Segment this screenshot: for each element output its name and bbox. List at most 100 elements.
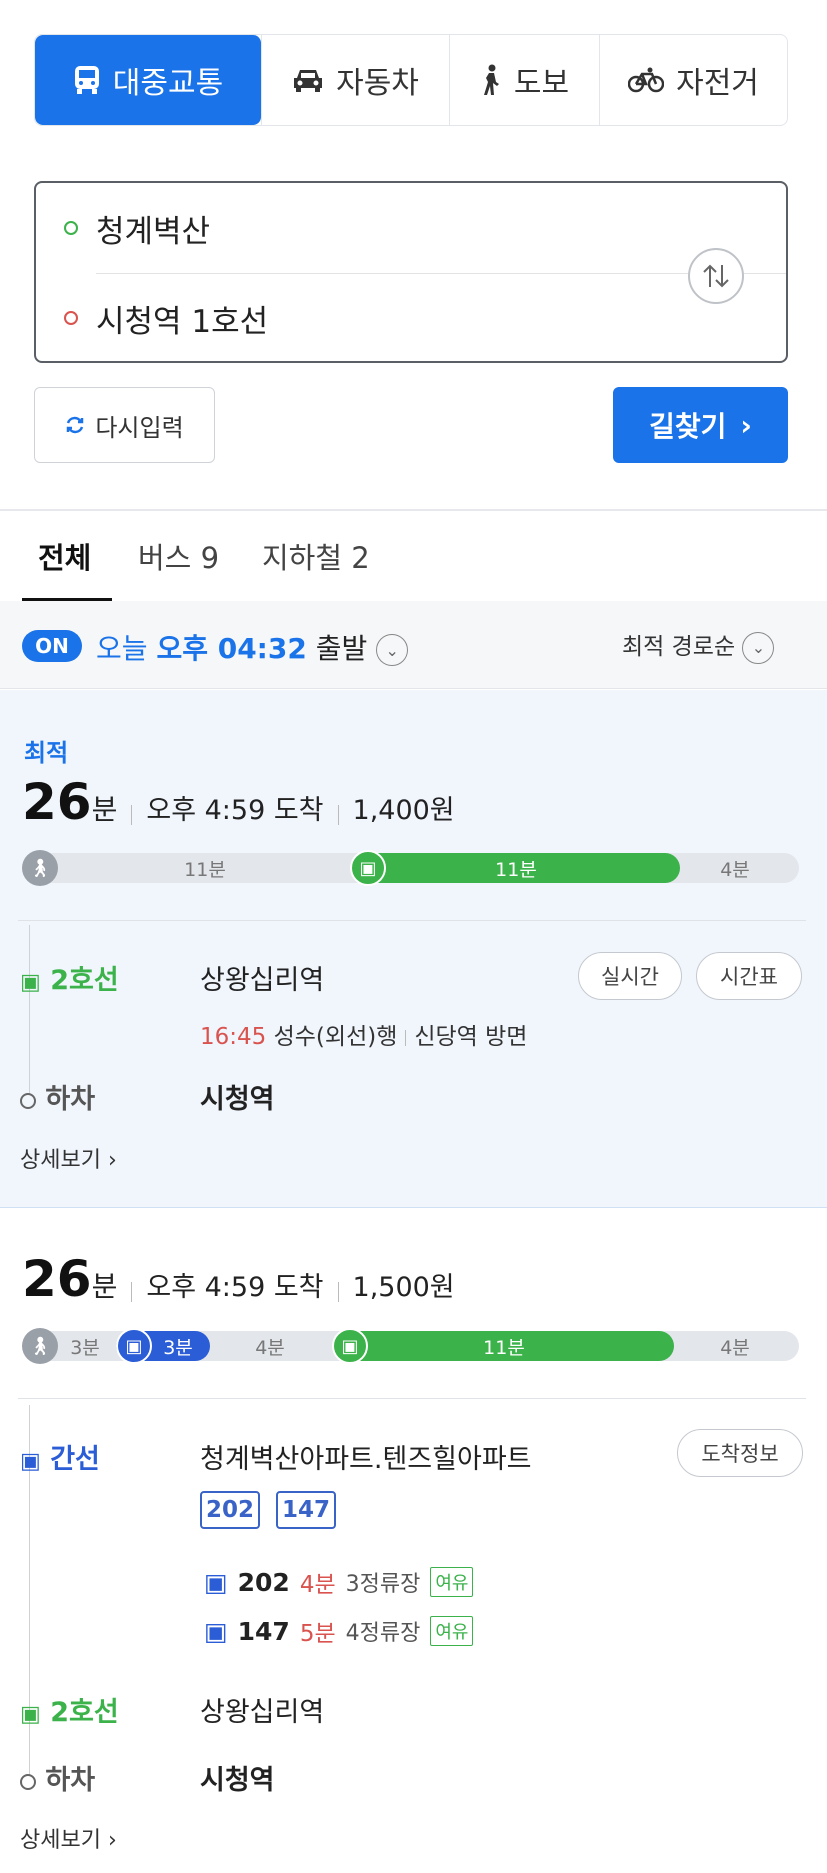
subway-icon: ▣ bbox=[332, 1328, 368, 1364]
subway-segment: 11분 bbox=[334, 1331, 674, 1361]
chevron-right-icon: › bbox=[740, 408, 752, 442]
transfer-station: 상왕십리역 bbox=[200, 1697, 325, 1728]
mode-tab-car[interactable]: 자동차 bbox=[261, 35, 449, 125]
bus-stop-name: 청계벽산아파트.텐즈힐아파트 bbox=[200, 1444, 532, 1475]
route-summary: 26분 오후 4:59 도착 1,500원 bbox=[22, 1250, 455, 1308]
swap-arrows-icon bbox=[703, 264, 729, 288]
mode-tab-walk[interactable]: 도보 bbox=[449, 35, 599, 125]
divider bbox=[18, 1398, 806, 1399]
mode-label: 도보 bbox=[513, 66, 570, 101]
divider bbox=[18, 920, 806, 921]
alight-dot-icon bbox=[20, 1773, 36, 1790]
bus-stops-away: 4정류장 bbox=[345, 1621, 421, 1646]
train-direction: 성수(외선)행 bbox=[273, 1024, 398, 1050]
boarding-station: 상왕십리역 bbox=[200, 965, 325, 996]
minutes-unit: 분 bbox=[91, 1270, 118, 1303]
walk-segment: 4분 bbox=[720, 858, 750, 881]
duration-minutes: 26 bbox=[22, 773, 92, 831]
origin-field[interactable]: 청계벽산 bbox=[36, 183, 786, 273]
mode-tab-bicycle[interactable]: 자전거 bbox=[599, 35, 787, 125]
bus-icon: ▣ bbox=[204, 1567, 228, 1597]
mode-tab-transit[interactable]: 대중교통 bbox=[35, 35, 261, 125]
bus-arrival-row: ▣ 202 4분 3정류장 여유 bbox=[204, 1565, 474, 1599]
sort-selector[interactable]: 최적 경로순 ⌄ bbox=[622, 627, 775, 664]
exit-direction: 신당역 방면 bbox=[414, 1024, 528, 1050]
walk-segment: 4분 bbox=[720, 1336, 750, 1359]
step-line bbox=[29, 925, 30, 1093]
bus-number: 202 bbox=[237, 1567, 290, 1597]
mode-label: 자동차 bbox=[336, 66, 419, 101]
bicycle-icon bbox=[628, 67, 665, 93]
alight-dot-icon bbox=[20, 1092, 36, 1109]
bus-type-label: ▣ 간선 bbox=[20, 1444, 100, 1475]
departure-time: 오후 04:32 bbox=[156, 632, 307, 665]
chevron-down-icon: ⌄ bbox=[376, 634, 409, 666]
bus-icon bbox=[74, 66, 99, 94]
duration-minutes: 26 bbox=[22, 1250, 92, 1308]
chevron-right-icon: › bbox=[107, 1148, 117, 1173]
tab-subway[interactable]: 지하철 2 bbox=[262, 535, 370, 577]
fare: 1,500원 bbox=[352, 1272, 455, 1303]
minutes-unit: 분 bbox=[91, 793, 118, 826]
arrival-time: 오후 4:59 도착 bbox=[146, 795, 324, 826]
route-summary: 26분 오후 4:59 도착 1,400원 bbox=[22, 773, 455, 831]
alight-station: 시청역 bbox=[200, 1084, 275, 1115]
detail-link[interactable]: 상세보기 › bbox=[20, 1822, 117, 1854]
walk-segment: 3분 bbox=[70, 1336, 100, 1359]
bus-eta: 4분 bbox=[299, 1572, 336, 1598]
destination-field[interactable]: 시청역 1호선 bbox=[36, 273, 786, 363]
crowd-badge: 여유 bbox=[430, 1616, 474, 1646]
walk-segment: 11분 bbox=[184, 858, 226, 881]
walk-segment: 4분 bbox=[255, 1336, 285, 1359]
subway-segment: 11분 bbox=[352, 853, 680, 883]
timetable-button[interactable]: 시간표 bbox=[696, 952, 802, 1000]
walk-icon: 🚶︎ bbox=[22, 1328, 58, 1364]
tab-bus[interactable]: 버스 9 bbox=[138, 535, 219, 577]
reset-button[interactable]: 다시입력 bbox=[34, 387, 215, 463]
mode-label: 자전거 bbox=[676, 66, 759, 101]
detail-link[interactable]: 상세보기 › bbox=[20, 1142, 117, 1174]
route-card-1[interactable] bbox=[0, 690, 827, 1208]
find-route-label: 길찾기 bbox=[649, 410, 727, 443]
find-route-button[interactable]: 길찾기 › bbox=[613, 387, 788, 463]
arrival-info-button[interactable]: 도착정보 bbox=[677, 1429, 803, 1477]
walk-icon: 🚶︎ bbox=[22, 850, 58, 886]
subway-icon: ▣ bbox=[20, 970, 41, 995]
realtime-button[interactable]: 실시간 bbox=[578, 952, 682, 1000]
subway-line-label: ▣ 2호선 bbox=[20, 1697, 119, 1728]
today-label: 오늘 bbox=[96, 632, 148, 665]
depart-label: 출발 bbox=[315, 632, 368, 665]
bus-number: 147 bbox=[237, 1616, 290, 1646]
walk-icon bbox=[483, 64, 499, 95]
alight-label: 하차 bbox=[20, 1758, 95, 1797]
bus-eta: 5분 bbox=[299, 1621, 336, 1647]
subway-icon: ▣ bbox=[20, 1702, 41, 1727]
tab-all[interactable]: 전체 bbox=[38, 535, 91, 577]
bus-number-tag[interactable]: 147 bbox=[276, 1491, 336, 1529]
chevron-down-icon: ⌄ bbox=[742, 631, 775, 664]
arrival-time: 오후 4:59 도착 bbox=[146, 1272, 324, 1303]
destination-dot-icon bbox=[64, 311, 78, 325]
refresh-icon bbox=[67, 416, 84, 434]
car-icon bbox=[294, 70, 323, 92]
swap-button[interactable] bbox=[688, 248, 744, 304]
bus-icon: ▣ bbox=[204, 1616, 228, 1646]
sort-label: 최적 경로순 bbox=[622, 634, 736, 660]
best-badge: 최적 bbox=[24, 739, 69, 767]
departure-time-selector[interactable]: 오늘 오후 04:32 출발 ⌄ bbox=[96, 627, 409, 667]
subway-icon: ▣ bbox=[350, 850, 386, 886]
route-input-box: 청계벽산 시청역 1호선 bbox=[34, 181, 788, 363]
realtime-on-toggle[interactable]: ON bbox=[22, 630, 82, 662]
fare: 1,400원 bbox=[352, 795, 455, 826]
section-divider bbox=[0, 509, 827, 511]
bus-stops-away: 3정류장 bbox=[345, 1572, 421, 1597]
alight-station: 시청역 bbox=[200, 1765, 275, 1796]
bus-arrival-row: ▣ 147 5분 4정류장 여유 bbox=[204, 1614, 474, 1648]
bus-number-tag[interactable]: 202 bbox=[200, 1491, 260, 1529]
bus-icon: ▣ bbox=[20, 1449, 41, 1474]
transport-mode-tabs: 대중교통 자동차 도보 자전거 bbox=[34, 34, 788, 126]
origin-dot-icon bbox=[64, 221, 78, 235]
mode-label: 대중교통 bbox=[112, 66, 224, 101]
crowd-badge: 여유 bbox=[430, 1567, 474, 1597]
subway-line-label: ▣ 2호선 bbox=[20, 965, 119, 996]
